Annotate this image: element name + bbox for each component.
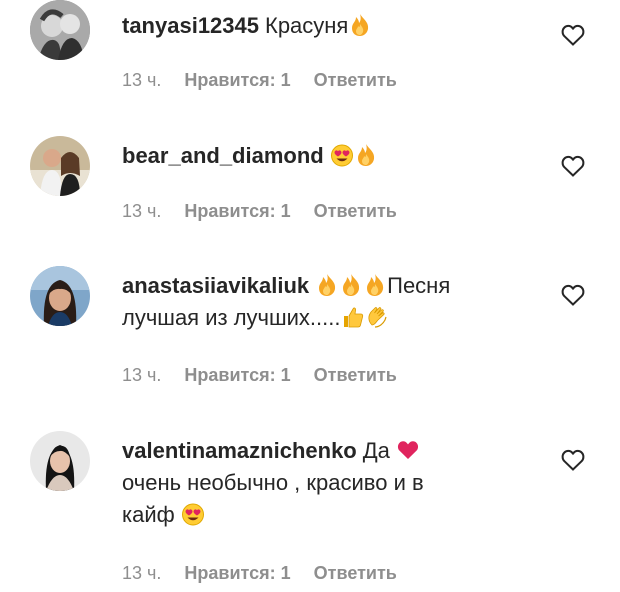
fire-emoji bbox=[316, 273, 338, 297]
heart-eyes-emoji bbox=[330, 143, 353, 167]
comment-likes[interactable]: Нравится: 1 bbox=[184, 365, 290, 385]
fire-emoji bbox=[364, 273, 386, 297]
clapping-hands-emoji bbox=[366, 305, 388, 329]
comment-meta: 13 ч. Нравится: 1 Ответить bbox=[122, 563, 415, 584]
comment-body: Да bbox=[362, 438, 390, 463]
comment-text: tanyasi12345 Красуня bbox=[122, 10, 542, 42]
fire-emoji bbox=[340, 273, 362, 297]
avatar[interactable] bbox=[30, 431, 90, 491]
comment-body: Красуня bbox=[265, 13, 349, 38]
heart-outline-icon[interactable] bbox=[561, 449, 585, 471]
comment-body-line: кайф bbox=[122, 502, 175, 527]
comment-meta: 13 ч. Нравится: 1 Ответить bbox=[122, 201, 415, 222]
avatar[interactable] bbox=[30, 266, 90, 326]
heart-outline-icon[interactable] bbox=[561, 24, 585, 46]
comment-body-line: лучшая из лучших..... bbox=[122, 305, 341, 330]
comment-username[interactable]: tanyasi12345 bbox=[122, 13, 259, 38]
heart-outline-icon[interactable] bbox=[561, 155, 585, 177]
fire-emoji bbox=[355, 143, 377, 167]
reply-button[interactable]: Ответить bbox=[314, 70, 397, 90]
comment-username[interactable]: anastasiiavikaliuk bbox=[122, 273, 309, 298]
comment-username[interactable]: bear_and_diamond bbox=[122, 143, 324, 168]
comment-likes[interactable]: Нравится: 1 bbox=[184, 563, 290, 583]
comment-text: valentinamaznichenko Да очень необычно , … bbox=[122, 435, 542, 531]
heart-eyes-emoji bbox=[181, 502, 204, 526]
heart-outline-icon[interactable] bbox=[561, 284, 585, 306]
avatar[interactable] bbox=[30, 0, 90, 60]
comment-username[interactable]: valentinamaznichenko bbox=[122, 438, 357, 463]
fire-emoji bbox=[349, 13, 371, 37]
reply-button[interactable]: Ответить bbox=[314, 201, 397, 221]
comment-text: anastasiiavikaliuk Песня лучшая из лучших… bbox=[122, 270, 542, 334]
comment-likes[interactable]: Нравится: 1 bbox=[184, 70, 290, 90]
thumbs-up-emoji bbox=[342, 305, 364, 329]
comment-meta: 13 ч. Нравится: 1 Ответить bbox=[122, 365, 415, 386]
comment-likes[interactable]: Нравится: 1 bbox=[184, 201, 290, 221]
comment-time: 13 ч. bbox=[122, 365, 162, 385]
comment-time: 13 ч. bbox=[122, 563, 162, 583]
red-heart-emoji bbox=[397, 438, 419, 462]
avatar[interactable] bbox=[30, 136, 90, 196]
comment-time: 13 ч. bbox=[122, 201, 162, 221]
comment-body-line: очень необычно , красиво и в bbox=[122, 470, 424, 495]
comment-body: Песня bbox=[387, 273, 451, 298]
comment-meta: 13 ч. Нравится: 1 Ответить bbox=[122, 70, 415, 91]
comment-time: 13 ч. bbox=[122, 70, 162, 90]
reply-button[interactable]: Ответить bbox=[314, 365, 397, 385]
comment-text: bear_and_diamond bbox=[122, 140, 542, 172]
reply-button[interactable]: Ответить bbox=[314, 563, 397, 583]
